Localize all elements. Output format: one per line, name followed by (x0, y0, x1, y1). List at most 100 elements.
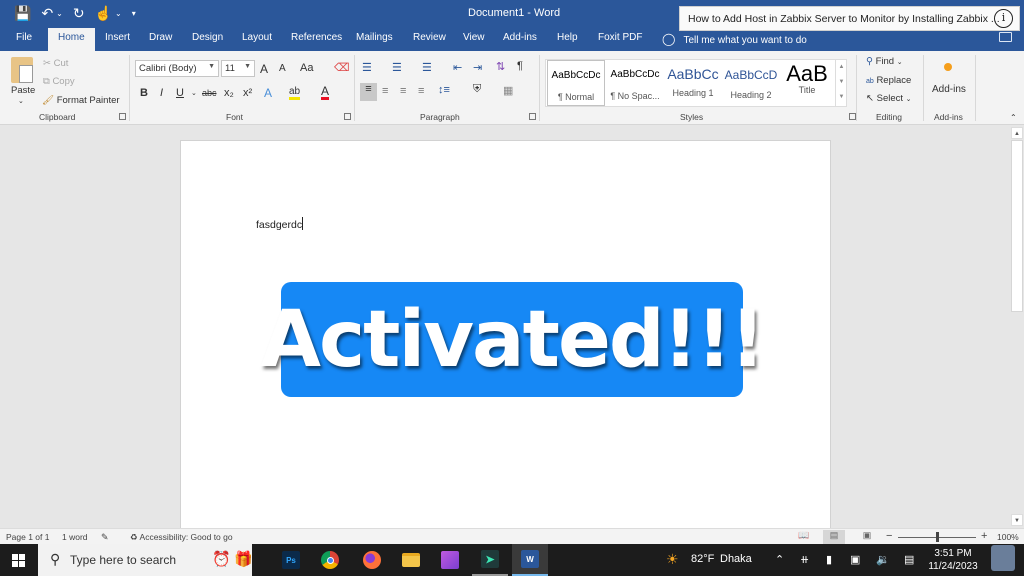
paste-dropdown-icon[interactable]: ⌄ (18, 97, 24, 105)
styles-scroll[interactable]: ▲ ▼ ▼ (835, 60, 847, 106)
tab-help[interactable]: Help (557, 32, 578, 43)
taskbar-chrome[interactable] (312, 544, 348, 576)
align-right-icon[interactable]: ≡ (400, 85, 406, 97)
style-normal[interactable]: AaBbCcDc ¶ Normal (547, 60, 605, 106)
bullets-icon[interactable]: ☰ (362, 61, 372, 74)
tab-draw[interactable]: Draw (149, 32, 172, 43)
scroll-down-icon[interactable]: ▼ (1011, 514, 1023, 526)
tab-review[interactable]: Review (413, 32, 446, 43)
increase-indent-icon[interactable]: ⇥ (473, 61, 482, 74)
taskbar-filmora[interactable]: ➤ (472, 544, 508, 576)
font-launcher-icon[interactable] (344, 113, 351, 120)
taskbar-photoshop[interactable]: Ps (273, 544, 309, 576)
word-count[interactable]: 1 word (62, 532, 88, 542)
underline-button[interactable]: U (176, 87, 184, 99)
paste-button[interactable]: Paste (11, 85, 35, 96)
proofing-icon[interactable]: ✎ (101, 532, 109, 543)
redo-icon[interactable]: ↻ (73, 5, 85, 22)
change-case-button[interactable]: Aa (300, 62, 313, 74)
tab-references[interactable]: References (291, 32, 342, 43)
wifi-icon[interactable]: ⧺ (800, 553, 809, 566)
weather-city[interactable]: Dhaka (720, 553, 752, 565)
tab-foxit-pdf[interactable]: Foxit PDF (598, 32, 642, 43)
start-button[interactable] (0, 544, 38, 576)
battery-icon[interactable]: ▣ (850, 553, 860, 566)
style-heading-1[interactable]: AaBbCc Heading 1 (664, 60, 722, 106)
strikethrough-button[interactable]: abc (202, 88, 217, 98)
page-count[interactable]: Page 1 of 1 (6, 532, 49, 542)
borders-icon[interactable]: ▦ (503, 84, 513, 97)
tab-add-ins[interactable]: Add-ins (503, 32, 537, 43)
add-ins-icon[interactable] (944, 63, 952, 71)
tab-design[interactable]: Design (192, 32, 223, 43)
copy-button[interactable]: ⧉ Copy (43, 76, 75, 87)
highlight-button[interactable]: ab (289, 86, 301, 100)
tab-file[interactable]: File (16, 32, 32, 43)
line-spacing-icon[interactable]: ↕≡ (438, 84, 450, 96)
system-clock[interactable]: 3:51 PM 11/24/2023 (922, 547, 984, 573)
read-mode-icon[interactable]: 📖 (793, 530, 815, 544)
replace-button[interactable]: ab Replace (866, 75, 911, 86)
font-name-select[interactable]: Calibri (Body) ▼ (135, 60, 219, 77)
web-layout-icon[interactable]: ▣ (856, 530, 878, 544)
styles-launcher-icon[interactable] (849, 113, 856, 120)
decrease-indent-icon[interactable]: ⇤ (453, 61, 462, 74)
tab-home[interactable]: Home (48, 28, 95, 51)
show-formatting-marks-icon[interactable]: ¶ (517, 60, 523, 72)
find-button[interactable]: ⚲ Find ⌄ (866, 56, 903, 67)
weather-temp[interactable]: 82°F (691, 553, 714, 565)
clipboard-launcher-icon[interactable] (119, 113, 126, 120)
undo-dropdown-icon[interactable]: ⌄ (56, 9, 63, 18)
scroll-up-icon[interactable]: ▲ (1011, 127, 1023, 139)
taskbar-search[interactable]: ⚲ Type here to search ⏰ 🎁 (38, 544, 253, 576)
undo-icon[interactable]: ↶ (41, 5, 53, 22)
justify-icon[interactable]: ≡ (418, 85, 424, 97)
tell-me-search[interactable]: ◯ Tell me what you want to do (662, 32, 807, 46)
font-color-button[interactable]: A (321, 85, 330, 100)
taskbar-file-explorer[interactable] (393, 544, 429, 576)
accessibility-status[interactable]: ♻ Accessibility: Good to go (130, 532, 233, 543)
text-effects-button[interactable]: A (264, 86, 272, 100)
notification-toast[interactable]: How to Add Host in Zabbix Server to Moni… (679, 6, 1020, 31)
touch-mode-icon[interactable]: ☝ (95, 5, 112, 22)
tab-layout[interactable]: Layout (242, 32, 272, 43)
add-ins-button[interactable]: Add-ins (932, 84, 966, 95)
style-title[interactable]: AaB Title (778, 60, 836, 106)
italic-button[interactable]: I (160, 87, 163, 99)
paste-icon[interactable] (11, 57, 33, 83)
multilevel-list-icon[interactable]: ☰ (422, 61, 432, 74)
bold-button[interactable]: B (140, 87, 148, 99)
subscript-button[interactable]: x₂ (224, 87, 234, 99)
scroll-thumb[interactable] (1011, 140, 1023, 312)
info-icon[interactable]: i (994, 9, 1013, 28)
microphone-icon[interactable]: ▮ (826, 553, 832, 566)
weather-icon[interactable]: ☀ (666, 551, 679, 568)
font-size-select[interactable]: 11 ▼ (221, 60, 255, 77)
show-hidden-icons[interactable]: ⌃ (775, 553, 784, 566)
customize-toolbar-icon[interactable]: ▾ (132, 9, 136, 18)
shrink-font-button[interactable]: A (279, 63, 286, 74)
format-painter-button[interactable]: 🖌 Format Painter (42, 95, 120, 106)
document-text[interactable]: fasdgerdc (256, 217, 304, 231)
zoom-slider-thumb[interactable] (936, 532, 939, 542)
vertical-scrollbar[interactable]: ▲ ▼ (1010, 125, 1024, 528)
clear-formatting-icon[interactable]: ⌫ (334, 61, 350, 74)
zoom-level[interactable]: 100% (997, 532, 1019, 542)
taskbar-clipchamp[interactable] (432, 544, 468, 576)
zoom-in-button[interactable]: + (981, 530, 987, 542)
zoom-out-button[interactable]: − (886, 530, 892, 542)
save-icon[interactable]: 💾 (14, 5, 31, 22)
tab-mailings[interactable]: Mailings (356, 32, 393, 43)
tab-insert[interactable]: Insert (105, 32, 130, 43)
tab-view[interactable]: View (463, 32, 485, 43)
sort-icon[interactable]: ⇅ (496, 60, 505, 73)
cut-button[interactable]: ✂ Cut (43, 58, 68, 69)
align-left-icon[interactable]: ≡ (360, 83, 377, 101)
align-center-icon[interactable]: ≡ (382, 85, 388, 97)
shading-icon[interactable]: ⛨ (473, 83, 481, 96)
taskbar-word[interactable]: W (512, 544, 548, 576)
print-layout-icon[interactable]: ▤ (823, 530, 845, 544)
touch-dropdown-icon[interactable]: ⌄ (115, 9, 122, 18)
style-no-spacing[interactable]: AaBbCcDc ¶ No Spac... (606, 60, 664, 106)
taskbar-firefox[interactable] (354, 544, 390, 576)
